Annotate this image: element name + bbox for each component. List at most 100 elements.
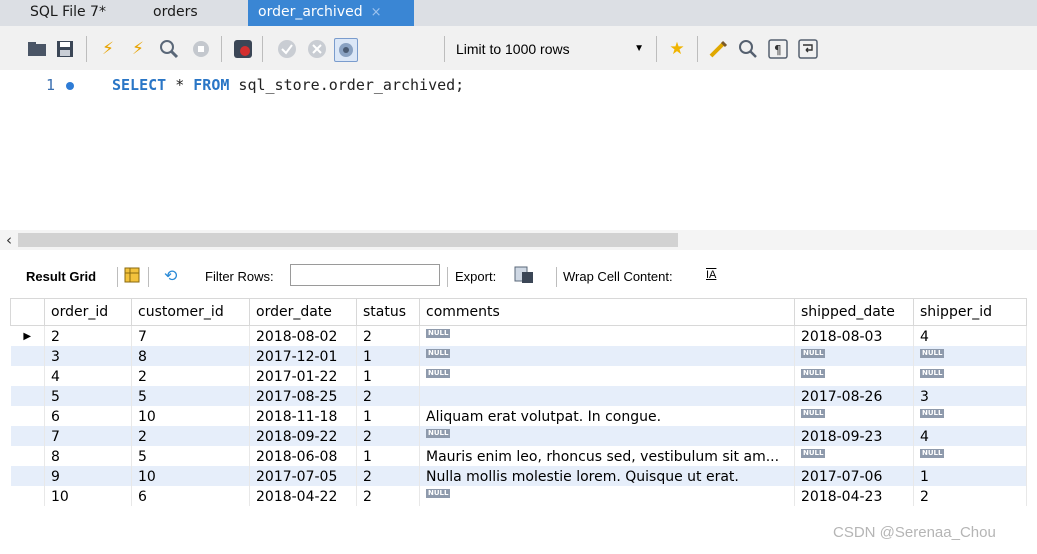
toggle-error-icon[interactable] (232, 38, 254, 60)
wrap-icon[interactable] (797, 38, 819, 60)
cell-customer-id[interactable]: 5 (131, 386, 250, 406)
cell-order-date[interactable]: 2018-04-22 (249, 486, 357, 506)
cell-status[interactable]: 1 (356, 346, 420, 366)
cell-shipped-date[interactable]: NULL (794, 366, 914, 386)
save-icon[interactable] (54, 38, 76, 60)
cell-shipped-date[interactable]: NULL (794, 446, 914, 466)
cell-order-date[interactable]: 2018-06-08 (249, 446, 357, 466)
cell-shipped-date[interactable]: 2018-04-23 (794, 486, 914, 506)
row-marker[interactable] (10, 366, 45, 386)
cell-order-id[interactable]: 10 (44, 486, 132, 506)
cell-shipper-id[interactable]: 4 (913, 325, 1027, 346)
cell-status[interactable]: 2 (356, 325, 420, 346)
cell-comments[interactable]: NULL (419, 486, 795, 506)
column-header[interactable]: customer_id (131, 298, 250, 326)
export-icon[interactable] (514, 266, 534, 287)
row-marker[interactable] (10, 406, 45, 426)
cell-status[interactable]: 2 (356, 486, 420, 506)
cell-order-id[interactable]: 5 (44, 386, 132, 406)
sql-query[interactable]: SELECT * FROM sql_store.order_archived; (112, 76, 464, 94)
invisible-chars-icon[interactable]: ¶ (767, 38, 789, 60)
refresh-icon[interactable]: ⟲ (164, 266, 177, 286)
column-header[interactable]: shipped_date (794, 298, 914, 326)
stop-icon[interactable] (190, 38, 212, 60)
cell-status[interactable]: 1 (356, 366, 420, 386)
table-row[interactable]: 5 5 2017-08-25 2 2017-08-26 3 (10, 386, 1027, 406)
table-row[interactable]: 9 10 2017-07-05 2 Nulla mollis molestie lore… (10, 466, 1027, 486)
commit-icon[interactable] (276, 38, 298, 60)
beautify-icon[interactable] (707, 38, 729, 60)
cell-status[interactable]: 2 (356, 466, 420, 486)
cell-shipper-id[interactable]: NULL (913, 346, 1027, 366)
cell-order-id[interactable]: 6 (44, 406, 132, 426)
cell-shipped-date[interactable]: 2018-08-03 (794, 325, 914, 346)
cell-order-id[interactable]: 7 (44, 426, 132, 446)
column-header[interactable]: order_date (249, 298, 357, 326)
cell-customer-id[interactable]: 6 (131, 486, 250, 506)
grid-view-icon[interactable] (124, 267, 140, 286)
row-marker[interactable] (10, 446, 45, 466)
cell-status[interactable]: 2 (356, 386, 420, 406)
explain-icon[interactable] (158, 38, 180, 60)
cell-customer-id[interactable]: 10 (131, 406, 250, 426)
cell-status[interactable]: 1 (356, 406, 420, 426)
execute-icon[interactable]: ⚡ (97, 38, 119, 60)
row-marker[interactable]: ▶ (10, 325, 45, 346)
find-icon[interactable] (737, 38, 759, 60)
cell-shipper-id[interactable]: 4 (913, 426, 1027, 446)
cell-shipper-id[interactable]: NULL (913, 446, 1027, 466)
cell-order-date[interactable]: 2018-11-18 (249, 406, 357, 426)
table-row[interactable]: 8 5 2018-06-08 1 Mauris enim leo, rhoncus se… (10, 446, 1027, 466)
wrap-cell-icon[interactable]: IA (706, 269, 716, 281)
cell-comments[interactable]: NULL (419, 366, 795, 386)
cell-status[interactable]: 1 (356, 446, 420, 466)
scrollbar-thumb[interactable] (18, 233, 678, 247)
row-marker[interactable] (10, 466, 45, 486)
cell-shipped-date[interactable]: 2017-07-06 (794, 466, 914, 486)
table-row[interactable]: 10 6 2018-04-22 2 NULL 2018-04-23 2 (10, 486, 1027, 506)
cell-comments[interactable]: NULL (419, 325, 795, 346)
column-header[interactable]: status (356, 298, 420, 326)
cell-shipper-id[interactable]: 2 (913, 486, 1027, 506)
autocommit-icon[interactable] (334, 38, 358, 62)
cell-shipped-date[interactable]: NULL (794, 346, 914, 366)
table-row[interactable]: 4 2 2017-01-22 1 NULL NULL NULL (10, 366, 1027, 386)
editor-horizontal-scrollbar[interactable]: ‹ (0, 230, 1037, 250)
cell-comments[interactable]: Mauris enim leo, rhoncus sed, vestibulum… (419, 446, 795, 466)
cell-order-id[interactable]: 2 (44, 325, 132, 346)
cell-customer-id[interactable]: 8 (131, 346, 250, 366)
row-marker[interactable] (10, 386, 45, 406)
column-header[interactable]: shipper_id (913, 298, 1027, 326)
cell-comments[interactable]: NULL (419, 346, 795, 366)
cell-comments[interactable]: Nulla mollis molestie lorem. Quisque ut … (419, 466, 795, 486)
cell-customer-id[interactable]: 5 (131, 446, 250, 466)
cell-customer-id[interactable]: 2 (131, 426, 250, 446)
table-row[interactable]: ▶ 2 7 2018-08-02 2 NULL 2018-08-03 4 (10, 325, 1027, 346)
cell-order-date[interactable]: 2018-09-22 (249, 426, 357, 446)
table-row[interactable]: 3 8 2017-12-01 1 NULL NULL NULL (10, 346, 1027, 366)
cell-customer-id[interactable]: 7 (131, 325, 250, 346)
cell-customer-id[interactable]: 10 (131, 466, 250, 486)
cell-comments[interactable]: Aliquam erat volutpat. In congue. (419, 406, 795, 426)
cell-order-date[interactable]: 2017-07-05 (249, 466, 357, 486)
cell-comments[interactable]: NULL (419, 426, 795, 446)
cell-order-date[interactable]: 2017-01-22 (249, 366, 357, 386)
cell-order-date[interactable]: 2017-08-25 (249, 386, 357, 406)
cell-order-id[interactable]: 4 (44, 366, 132, 386)
tab-order-archived[interactable]: order_archived × (248, 0, 414, 26)
cell-status[interactable]: 2 (356, 426, 420, 446)
cell-order-id[interactable]: 3 (44, 346, 132, 366)
row-marker[interactable] (10, 346, 45, 366)
filter-rows-input[interactable] (290, 264, 440, 286)
cell-shipped-date[interactable]: 2017-08-26 (794, 386, 914, 406)
cell-customer-id[interactable]: 2 (131, 366, 250, 386)
tab-orders[interactable]: orders (143, 0, 208, 26)
table-row[interactable]: 7 2 2018-09-22 2 NULL 2018-09-23 4 (10, 426, 1027, 446)
column-header[interactable]: comments (419, 298, 795, 326)
cell-shipper-id[interactable]: NULL (913, 406, 1027, 426)
scroll-left-icon[interactable]: ‹ (6, 230, 12, 250)
cell-comments[interactable] (419, 386, 795, 406)
execute-current-icon[interactable]: ⚡ (127, 38, 149, 60)
rollback-icon[interactable] (306, 38, 328, 60)
cell-order-id[interactable]: 9 (44, 466, 132, 486)
